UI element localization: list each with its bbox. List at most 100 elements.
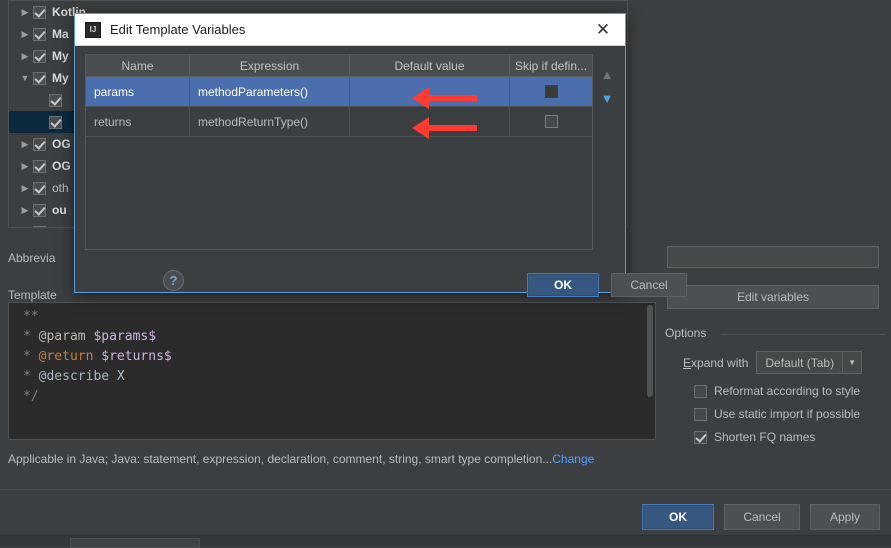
cell-expression[interactable]: methodParameters() <box>190 77 350 106</box>
code-line: * @describe X <box>23 367 647 387</box>
skip-if-defined-checkbox[interactable] <box>544 85 558 98</box>
cell-expression[interactable]: methodReturnType() <box>190 107 350 136</box>
chevron-right-icon[interactable]: ▶ <box>17 183 33 193</box>
close-icon[interactable]: ✕ <box>581 14 625 45</box>
shorten-fq-names-checkbox[interactable] <box>694 430 707 444</box>
cell-variable-name[interactable]: returns <box>86 107 190 136</box>
cell-default-value[interactable] <box>350 107 510 136</box>
taskbar <box>0 535 891 548</box>
chevron-right-icon[interactable]: ▶ <box>17 205 33 215</box>
tree-item-checkbox[interactable] <box>49 115 62 129</box>
shorten-fq-names-label: Shorten FQ names <box>714 430 816 444</box>
dialog-titlebar: Edit Template Variables ✕ <box>75 14 625 46</box>
code-token: */ <box>23 389 39 404</box>
chevron-right-icon[interactable]: ▶ <box>17 29 33 39</box>
tree-item-checkbox[interactable] <box>33 159 46 173</box>
column-header-expression[interactable]: Expression <box>190 55 350 76</box>
tree-item-label: OG <box>52 137 71 151</box>
tree-item-label: My <box>52 49 69 63</box>
reformat-according-to-style-row[interactable]: Reformat according to style <box>694 384 860 398</box>
code-line: */ <box>23 387 647 407</box>
applicable-context-status: Applicable in Java; Java: statement, exp… <box>8 452 594 466</box>
abbreviation-label: Abbrevia <box>8 251 56 265</box>
editor-scrollbar[interactable] <box>645 303 655 439</box>
settings-cancel-button[interactable]: Cancel <box>724 504 800 530</box>
reorder-buttons: ▲ ▼ <box>597 54 617 144</box>
chevron-right-icon[interactable]: ▶ <box>17 161 33 171</box>
tree-item-label: Ma <box>52 27 69 41</box>
description-field[interactable] <box>667 246 879 268</box>
code-token: @param <box>38 329 94 344</box>
dialog-ok-button[interactable]: OK <box>527 273 599 297</box>
tree-item-label: OG <box>52 159 71 173</box>
reformat-according-to-style-checkbox[interactable] <box>694 384 707 398</box>
code-line: * @return $returns$ <box>23 347 647 367</box>
code-line: ** <box>23 307 647 327</box>
edit-template-variables-dialog: Edit Template Variables ✕ Name Expressio… <box>74 13 687 297</box>
code-token: @describe X <box>38 369 125 384</box>
change-context-link[interactable]: Change <box>552 452 594 466</box>
column-header-skip-if-defined[interactable]: Skip if defin... <box>510 55 592 76</box>
dialog-cancel-button[interactable]: Cancel <box>611 273 687 297</box>
tree-item-checkbox[interactable] <box>33 71 46 85</box>
variables-table-wrapper: Name Expression Default value Skip if de… <box>85 54 617 250</box>
skip-if-defined-checkbox[interactable] <box>544 115 558 128</box>
move-up-icon[interactable]: ▲ <box>597 64 617 84</box>
tree-item-checkbox[interactable] <box>33 49 46 63</box>
template-text-label: Template <box>8 288 57 302</box>
code-token: * <box>23 369 39 384</box>
column-header-name[interactable]: Name <box>86 55 190 76</box>
options-divider <box>721 334 885 335</box>
tree-item-label: ou <box>52 203 67 217</box>
use-static-import-row[interactable]: Use static import if possible <box>694 407 860 421</box>
settings-ok-button[interactable]: OK <box>642 504 714 530</box>
code-token: $returns$ <box>101 349 172 364</box>
tree-item-checkbox[interactable] <box>33 27 46 41</box>
tree-item-checkbox[interactable] <box>49 93 62 107</box>
chevron-right-icon[interactable]: ▶ <box>17 7 33 17</box>
tree-item-label: My <box>52 71 69 85</box>
options-title: Options <box>665 326 712 340</box>
dialog-title: Edit Template Variables <box>110 22 246 37</box>
editor-scrollbar-thumb[interactable] <box>647 305 653 397</box>
move-down-icon[interactable]: ▼ <box>597 88 617 108</box>
chevron-right-icon[interactable]: ▶ <box>17 228 33 229</box>
expand-with-value: Default (Tab) <box>765 355 835 370</box>
cell-skip-if-defined[interactable] <box>510 107 592 136</box>
intellij-idea-icon <box>85 21 101 38</box>
tree-item-checkbox[interactable] <box>33 225 46 227</box>
tree-item-label: pl <box>52 225 61 227</box>
tree-item-checkbox[interactable] <box>33 5 46 19</box>
shorten-fq-names-row[interactable]: Shorten FQ names <box>694 430 815 444</box>
table-row[interactable]: returns methodReturnType() <box>86 107 592 137</box>
chevron-right-icon[interactable]: ▶ <box>17 51 33 61</box>
expand-with-combobox[interactable]: Default (Tab) ▼ <box>756 351 863 374</box>
expand-with-row: Expand with Default (Tab) ▼ <box>683 351 863 374</box>
help-icon[interactable]: ? <box>163 270 184 291</box>
use-static-import-checkbox[interactable] <box>694 407 707 421</box>
chevron-down-icon[interactable]: ▼ <box>842 352 861 373</box>
cell-skip-if-defined[interactable] <box>510 77 592 106</box>
code-token: * <box>23 329 39 344</box>
variables-table-header: Name Expression Default value Skip if de… <box>86 55 592 77</box>
settings-apply-button[interactable]: Apply <box>810 504 880 530</box>
table-row[interactable]: params methodParameters() <box>86 77 592 107</box>
code-token: @return <box>38 349 94 364</box>
column-header-default-value[interactable]: Default value <box>350 55 510 76</box>
tree-item-checkbox[interactable] <box>33 181 46 195</box>
chevron-down-icon[interactable]: ▼ <box>17 73 33 83</box>
taskbar-item[interactable] <box>70 538 200 548</box>
tree-item-checkbox[interactable] <box>33 203 46 217</box>
code-token: * <box>23 349 39 364</box>
chevron-right-icon[interactable]: ▶ <box>17 139 33 149</box>
edit-variables-button[interactable]: Edit variables <box>667 285 879 309</box>
cell-default-value[interactable] <box>350 77 510 106</box>
tree-item-checkbox[interactable] <box>33 137 46 151</box>
variables-table[interactable]: Name Expression Default value Skip if de… <box>85 54 593 250</box>
cell-variable-name[interactable]: params <box>86 77 190 106</box>
settings-footer: OK Cancel Apply <box>0 490 891 536</box>
reformat-according-to-style-label: Reformat according to style <box>714 384 861 398</box>
code-token: $params$ <box>93 329 157 344</box>
template-text-editor[interactable]: ** * @param $params$ * @return $returns$ * … <box>8 302 656 440</box>
applicable-context-text: Applicable in Java; Java: statement, exp… <box>8 452 553 466</box>
